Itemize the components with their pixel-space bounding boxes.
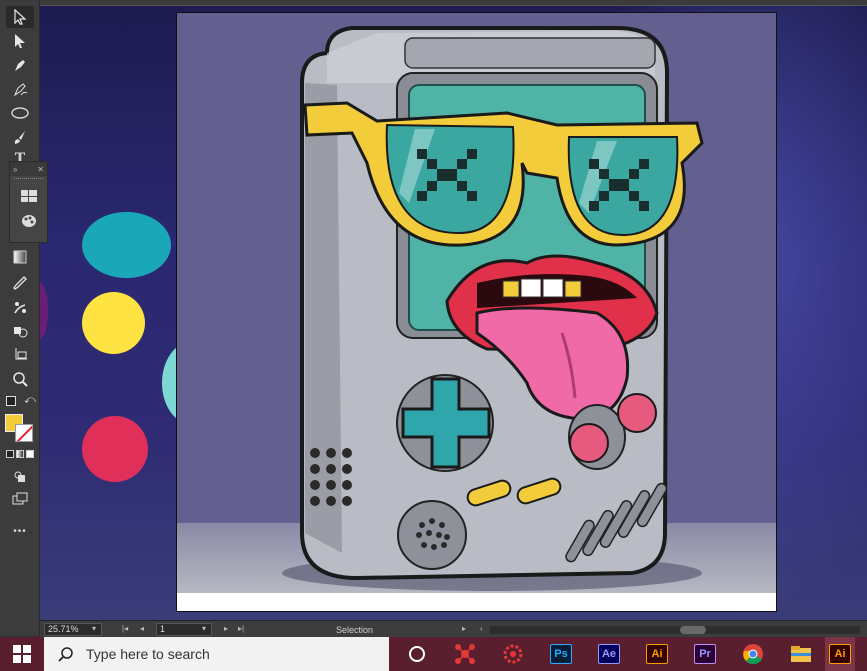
previous-artboard-icon[interactable]: ◂: [140, 624, 144, 633]
grid-panel-icon[interactable]: [20, 190, 37, 202]
panel-header[interactable]: » ✕: [10, 162, 47, 176]
illustrator-icon: Ai: [646, 644, 668, 664]
edit-toolbar-button[interactable]: •••: [6, 520, 34, 542]
taskbar-app-chrome[interactable]: [729, 637, 777, 671]
direct-selection-tool[interactable]: [6, 30, 34, 52]
document-tab-strip: [40, 0, 867, 6]
zoom-tool[interactable]: [6, 368, 34, 390]
next-artboard-icon[interactable]: ▸: [224, 624, 228, 633]
illustrator-window: T ⤺ ••• » ✕ 25.71% ▾ |◂ ◂ 1 ▾ ▸ ▸| Selec…: [0, 0, 867, 671]
current-tool-label[interactable]: Selection: [336, 625, 373, 635]
scrollbar-thumb[interactable]: [680, 626, 706, 634]
none-stroke-icon: [16, 425, 32, 441]
paintbrush-tool[interactable]: [6, 126, 34, 148]
taskbar-app-network[interactable]: [441, 637, 489, 671]
zoom-tool-icon: [13, 372, 28, 387]
draw-mode-icon: [14, 471, 25, 482]
close-icon[interactable]: ✕: [37, 165, 44, 174]
illustrator-active-icon: Ai: [829, 644, 851, 664]
taskbar-app-gear[interactable]: [489, 637, 537, 671]
swatch-red[interactable]: [82, 416, 148, 482]
color-mode-buttons[interactable]: [6, 450, 34, 459]
search-icon: [58, 647, 73, 662]
taskbar-app-illustrator[interactable]: Ai: [633, 637, 681, 671]
taskbar-app-illustrator-active[interactable]: Ai: [825, 637, 855, 671]
screen-mode-tool[interactable]: [6, 488, 34, 510]
ellipse-tool[interactable]: [6, 102, 34, 124]
premiere-icon: Pr: [694, 644, 716, 664]
curvature-tool[interactable]: [6, 78, 34, 100]
selection-tool[interactable]: [6, 6, 34, 28]
draw-mode-tool[interactable]: [6, 466, 34, 488]
start-button[interactable]: [0, 637, 44, 671]
cortana-button[interactable]: [393, 637, 441, 671]
artboard-number-value: 1: [160, 624, 166, 634]
floating-tool-panel[interactable]: » ✕: [9, 161, 48, 243]
first-artboard-icon[interactable]: |◂: [122, 624, 128, 633]
molecule-app-icon: [455, 644, 475, 664]
after-effects-icon: Ae: [598, 644, 620, 664]
taskbar-app-file-explorer[interactable]: [777, 637, 825, 671]
status-bar: 25.71% ▾ |◂ ◂ 1 ▾ ▸ ▸| Selection ▸ ‹: [40, 620, 867, 637]
puppet-warp-tool[interactable]: [6, 296, 34, 318]
gradient-tool-icon: [13, 250, 27, 264]
gradient-mode-icon[interactable]: [16, 450, 24, 458]
windows-logo-icon: [13, 645, 31, 663]
pen-tool-icon: [15, 60, 25, 71]
zoom-dropdown-icon[interactable]: ▾: [92, 624, 96, 633]
eyedropper-tool-icon: [13, 276, 27, 290]
gameboy-illustration[interactable]: [177, 13, 777, 612]
search-placeholder: Type here to search: [86, 646, 210, 662]
more-tools-icon: •••: [13, 525, 27, 537]
artboard-tool-icon: [15, 348, 27, 360]
eyedropper-tool[interactable]: [6, 272, 34, 294]
collapse-icon[interactable]: »: [13, 165, 17, 174]
shape-builder-tool[interactable]: [6, 320, 34, 342]
swap-colors-icon[interactable]: ⤺: [24, 394, 36, 407]
grip-handle[interactable]: [14, 178, 43, 182]
taskbar-app-after-effects[interactable]: Ae: [585, 637, 633, 671]
zoom-level-value: 25.71%: [48, 624, 79, 634]
last-artboard-icon[interactable]: ▸|: [238, 624, 244, 633]
puppet-warp-tool-icon: [14, 302, 26, 314]
curvature-tool-icon: [13, 83, 28, 97]
gradient-tool[interactable]: [6, 246, 34, 268]
artboard[interactable]: [176, 12, 777, 612]
swatch-teal[interactable]: [82, 212, 171, 278]
swatch-yellow[interactable]: [82, 292, 145, 354]
none-mode-icon[interactable]: [26, 450, 34, 458]
folder-icon: [791, 646, 811, 662]
paintbrush-tool-icon: [14, 131, 25, 144]
direct-selection-tool-icon: [15, 34, 25, 48]
screen-mode-icon: [12, 492, 28, 505]
windows-taskbar: Type here to search Ps Ae Ai Pr Ai: [0, 637, 867, 671]
artboard-tool[interactable]: [6, 344, 34, 366]
shape-builder-tool-icon: [14, 327, 28, 338]
scroll-left-icon[interactable]: ‹: [480, 624, 483, 633]
pen-tool[interactable]: [6, 54, 34, 76]
ellipse-tool-icon: [11, 107, 29, 119]
gear-app-icon: [503, 644, 523, 664]
cortana-circle-icon: [409, 646, 425, 662]
default-colors-icon[interactable]: [6, 396, 16, 406]
taskbar-app-premiere[interactable]: Pr: [681, 637, 729, 671]
color-mode-icon[interactable]: [6, 450, 14, 458]
artboard-dropdown-icon[interactable]: ▾: [202, 624, 206, 633]
horizontal-scrollbar[interactable]: [490, 626, 860, 634]
taskbar-app-photoshop[interactable]: Ps: [537, 637, 585, 671]
selection-tool-icon: [14, 9, 27, 25]
taskbar-search-box[interactable]: Type here to search: [44, 637, 389, 671]
palette-icon[interactable]: [21, 214, 37, 228]
stroke-color-swatch[interactable]: [15, 424, 33, 442]
chrome-icon: [743, 644, 763, 665]
status-menu-icon[interactable]: ▸: [462, 624, 466, 633]
tools-panel: T ⤺ •••: [0, 0, 40, 636]
photoshop-icon: Ps: [550, 644, 572, 664]
